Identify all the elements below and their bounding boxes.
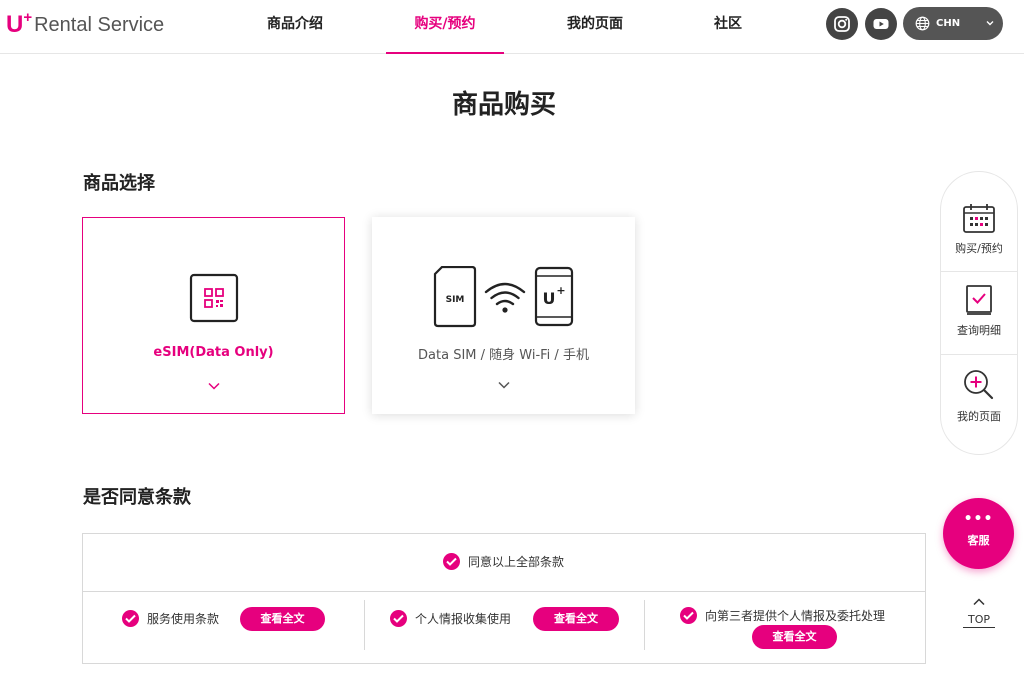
term-label: 向第三者提供个人情报及委托处理 <box>705 609 886 623</box>
customer-service-label: 客服 <box>967 534 990 547</box>
logo-u: U <box>6 11 24 38</box>
top-label: TOP <box>963 613 995 628</box>
youtube-icon[interactable] <box>865 8 897 40</box>
phone-logo-plus: + <box>556 284 565 297</box>
nav-purchase[interactable]: 购买/预约 <box>386 0 504 54</box>
check-circle-icon <box>122 610 139 627</box>
term-service-checkbox[interactable]: 服务使用条款 <box>122 610 219 627</box>
agree-all-checkbox[interactable]: 同意以上全部条款 <box>443 553 564 570</box>
divider <box>644 600 645 650</box>
product-card-esim[interactable]: eSIM(Data Only) <box>82 217 345 414</box>
product-section-title: 商品选择 <box>83 173 155 194</box>
view-full-button[interactable]: 查看全文 <box>533 607 619 631</box>
product-card-label: Data SIM / 随身 Wi-Fi / 手机 <box>418 348 589 363</box>
nav-mypage[interactable]: 我的页面 <box>558 0 632 54</box>
quick-menu-label: 我的页面 <box>957 410 1001 423</box>
agree-all-label: 同意以上全部条款 <box>468 555 565 569</box>
view-full-button[interactable]: 查看全文 <box>752 625 837 649</box>
calendar-icon <box>963 204 995 233</box>
esim-qr-icon <box>189 273 239 323</box>
term-label: 个人情报收集使用 <box>415 612 512 626</box>
sim-wifi-phone-icon: SIM U + <box>433 266 574 328</box>
phone-logo-u: U <box>543 289 556 308</box>
quick-menu-label: 购买/预约 <box>955 242 1003 255</box>
quick-menu-purchase[interactable]: 购买/预约 <box>941 202 1017 256</box>
page-title: 商品购买 <box>451 90 556 120</box>
quick-menu-label: 查询明细 <box>957 324 1001 337</box>
quick-menu-inquiry[interactable]: 查询明细 <box>941 284 1017 338</box>
nav-community[interactable]: 社区 <box>704 0 752 54</box>
quick-menu-mypage[interactable]: 我的页面 <box>941 368 1017 424</box>
quick-menu: 购买/预约 查询明细 我的页面 <box>940 171 1018 455</box>
term-third-party-checkbox[interactable]: 向第三者提供个人情报及委托处理 <box>680 607 885 624</box>
zoom-in-icon <box>964 370 994 400</box>
globe-icon <box>915 16 930 31</box>
divider <box>941 271 1017 272</box>
chevron-down-icon <box>497 381 510 389</box>
check-circle-icon <box>443 553 460 570</box>
chevron-down-icon <box>986 21 994 26</box>
divider <box>941 354 1017 355</box>
language-label: CHN <box>936 18 961 29</box>
terms-section-title: 是否同意条款 <box>83 487 191 508</box>
term-privacy-checkbox[interactable]: 个人情报收集使用 <box>390 610 511 627</box>
nav-products[interactable]: 商品介绍 <box>258 0 332 54</box>
more-dots-icon: ••• <box>963 511 994 527</box>
instagram-icon[interactable] <box>826 8 858 40</box>
site-logo[interactable]: U + Rental Service <box>6 10 164 40</box>
product-card-data-sim[interactable]: SIM U + Data SIM / 随身 Wi-Fi / 手机 <box>372 217 635 414</box>
logo-plus: + <box>23 9 33 26</box>
site-header: U + Rental Service 商品介绍 购买/预约 我的页面 社区 CH… <box>0 0 1024 54</box>
sim-text: SIM <box>446 295 465 305</box>
divider <box>364 600 365 650</box>
customer-service-button[interactable]: ••• 客服 <box>943 498 1014 569</box>
checklist-icon <box>966 285 992 315</box>
chevron-up-icon <box>973 598 985 606</box>
product-card-label: eSIM(Data Only) <box>153 345 274 360</box>
check-circle-icon <box>390 610 407 627</box>
back-to-top-button[interactable]: TOP <box>963 592 995 628</box>
terms-box: 同意以上全部条款 服务使用条款 查看全文 个人情报收集使用 查看全文 向第三者提… <box>82 533 926 664</box>
term-label: 服务使用条款 <box>147 612 220 626</box>
chevron-down-icon <box>207 382 220 390</box>
view-full-button[interactable]: 查看全文 <box>240 607 325 631</box>
logo-text: Rental Service <box>34 14 165 36</box>
language-selector[interactable]: CHN <box>903 7 1003 40</box>
check-circle-icon <box>680 607 697 624</box>
agree-all-row: 同意以上全部条款 <box>83 534 925 592</box>
